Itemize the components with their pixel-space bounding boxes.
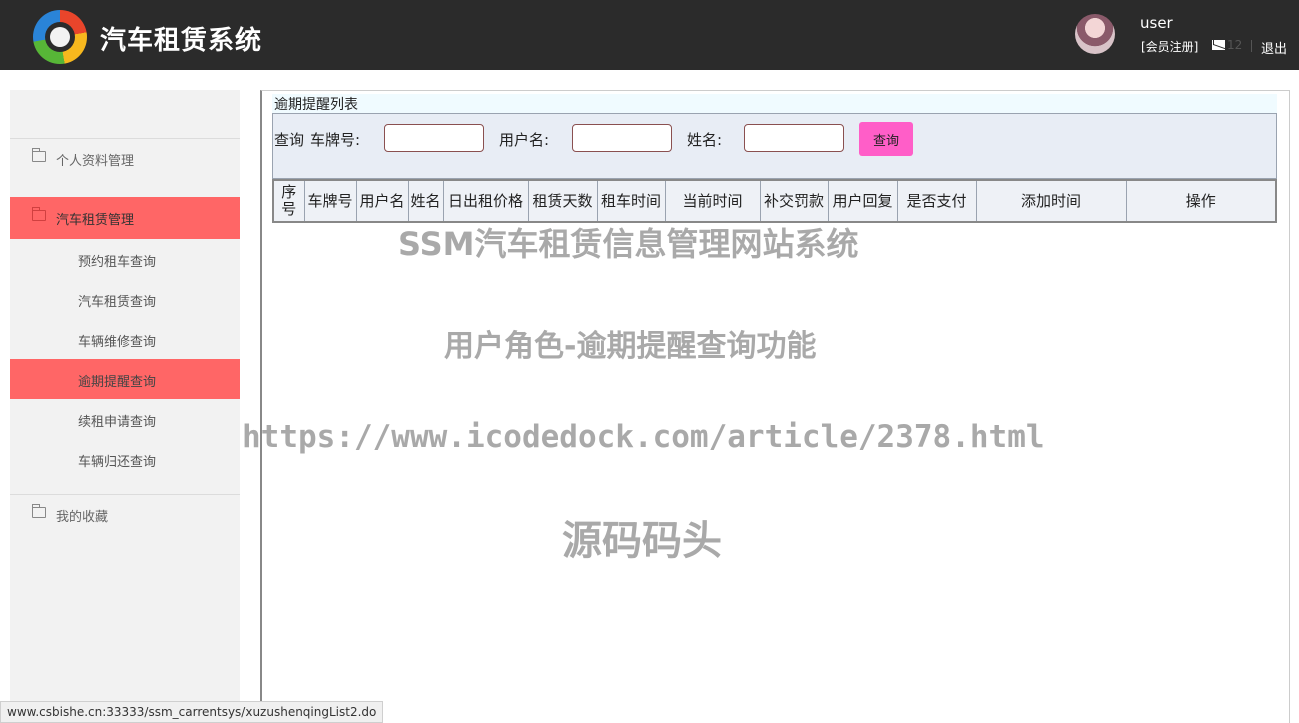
watermark-brand: 源码码头 <box>562 518 722 564</box>
query-label: 查询 <box>274 131 305 149</box>
folder-icon <box>32 504 46 518</box>
plate-input[interactable] <box>384 124 484 152</box>
sidebar-menu-label: 个人资料管理 <box>56 154 135 169</box>
col-header: 姓名 <box>407 179 444 223</box>
sidebar-item-label: 车辆归还查询 <box>78 455 157 470</box>
browser-status-url: www.csbishe.cn:33333/ssm_carrentsys/xuzu… <box>0 701 384 723</box>
sidebar-menu-label: 我的收藏 <box>56 510 109 525</box>
sidebar-item-label: 车辆维修查询 <box>78 335 157 350</box>
watermark-title: SSM汽车租赁信息管理网站系统 <box>398 225 859 263</box>
col-header: 操作 <box>1125 179 1277 223</box>
name-label: 姓名: <box>687 131 723 149</box>
table-header-row: 序号 车牌号 用户名 姓名 日出租价格 租赁天数 租车时间 当前时间 补交罚款 … <box>272 179 1277 223</box>
mail-count[interactable]: 12 <box>1227 38 1242 52</box>
sidebar: 个人资料管理 汽车租赁管理 预约租车查询 汽车租赁查询 车辆维修查询 逾期提醒查… <box>10 90 240 723</box>
col-header: 添加时间 <box>975 179 1127 223</box>
sidebar-item-renewal[interactable]: 续租申请查询 <box>10 399 240 439</box>
col-header: 租车时间 <box>596 179 666 223</box>
watermark-subtitle: 用户角色-逾期提醒查询功能 <box>444 329 817 364</box>
top-header: 汽车租赁系统 user [会员注册] 12 退出 <box>0 0 1299 70</box>
col-header: 序号 <box>272 179 305 223</box>
header-separator <box>1251 40 1252 52</box>
sidebar-item-reservation[interactable]: 预约租车查询 <box>10 239 240 279</box>
sidebar-item-rental-query[interactable]: 汽车租赁查询 <box>10 279 240 319</box>
logout-link[interactable]: 退出 <box>1261 38 1287 57</box>
username-label: 用户名: <box>499 131 550 149</box>
watermark-url: https://www.icodedock.com/article/2378.h… <box>242 419 1045 455</box>
main-content: 逾期提醒列表 查询 车牌号: 用户名: 姓名: 查询 序号 车牌号 用户名 姓名… <box>260 90 1290 723</box>
overdue-table: 序号 车牌号 用户名 姓名 日出租价格 租赁天数 租车时间 当前时间 补交罚款 … <box>272 179 1277 223</box>
sidebar-menu-profile[interactable]: 个人资料管理 <box>10 138 240 180</box>
col-header: 是否支付 <box>896 179 977 223</box>
panel-title: 逾期提醒列表 <box>272 94 1277 114</box>
app-title: 汽车租赁系统 <box>100 26 263 56</box>
sidebar-item-label: 预约租车查询 <box>78 255 157 270</box>
sidebar-item-label: 续租申请查询 <box>78 415 157 430</box>
sidebar-menu-rental[interactable]: 汽车租赁管理 <box>10 197 240 239</box>
sidebar-item-overdue[interactable]: 逾期提醒查询 <box>10 359 240 399</box>
col-header: 用户名 <box>355 179 409 223</box>
sidebar-menu-label: 汽车租赁管理 <box>56 213 135 228</box>
col-header: 车牌号 <box>303 179 357 223</box>
col-header: 日出租价格 <box>442 179 529 223</box>
folder-icon <box>32 207 46 221</box>
search-form: 查询 车牌号: 用户名: 姓名: 查询 <box>272 113 1277 179</box>
col-header: 用户回复 <box>827 179 898 223</box>
plate-label: 车牌号: <box>310 131 361 149</box>
username: user <box>1140 14 1173 32</box>
mail-icon[interactable] <box>1212 40 1225 50</box>
username-input[interactable] <box>572 124 672 152</box>
col-header: 当前时间 <box>664 179 761 223</box>
sidebar-menu-favorites[interactable]: 我的收藏 <box>10 494 240 536</box>
col-header: 租赁天数 <box>527 179 598 223</box>
name-input[interactable] <box>744 124 844 152</box>
sidebar-item-repair[interactable]: 车辆维修查询 <box>10 319 240 359</box>
sidebar-item-return[interactable]: 车辆归还查询 <box>10 439 240 479</box>
folder-icon <box>32 148 46 162</box>
search-button[interactable]: 查询 <box>859 122 913 156</box>
user-avatar[interactable] <box>1075 14 1115 54</box>
app-logo-icon <box>33 10 87 64</box>
col-header: 补交罚款 <box>759 179 829 223</box>
register-link[interactable]: [会员注册] <box>1141 38 1198 55</box>
sidebar-item-label: 汽车租赁查询 <box>78 295 157 310</box>
sidebar-item-label: 逾期提醒查询 <box>78 375 157 390</box>
